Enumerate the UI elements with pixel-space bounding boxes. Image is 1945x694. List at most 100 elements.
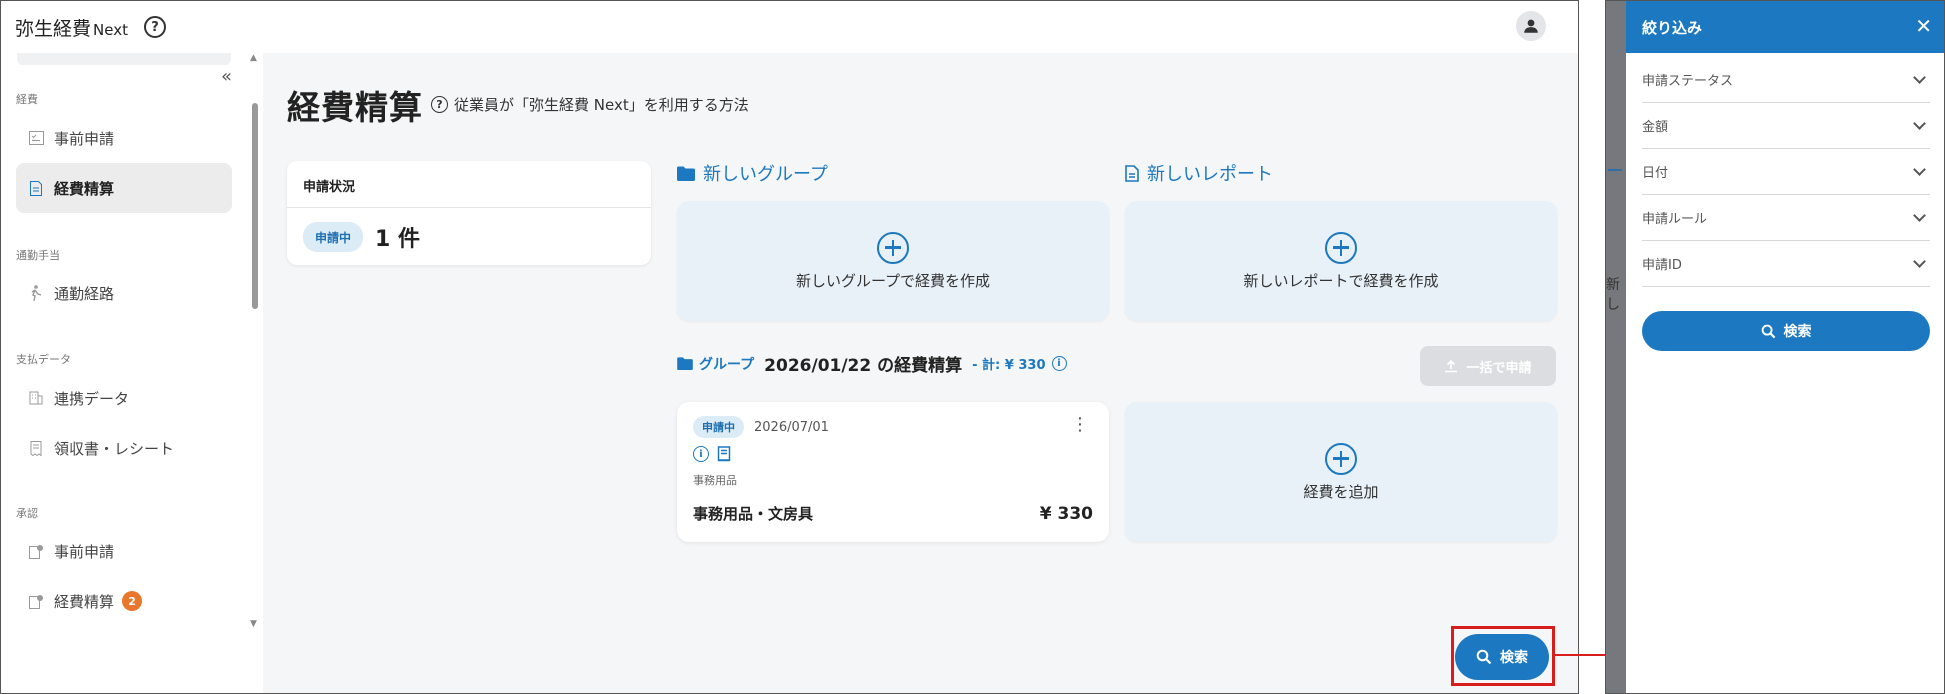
- sidebar-item-expense-settlement[interactable]: 経費精算: [16, 163, 232, 213]
- expense-card[interactable]: 申請中 2026/07/01 ⋮ i 事務用品 事務用品・文房具 ¥ 330: [677, 402, 1109, 542]
- help-icon[interactable]: ?: [143, 16, 166, 38]
- filter-label: 申請ステータス: [1642, 74, 1734, 89]
- building-icon: [28, 390, 44, 406]
- search-icon: [1761, 324, 1775, 338]
- app-window: 弥生経費 Next ? « ▲ ▼ 経費 事前申請 経費精算 通勤手当 通勤経路…: [0, 0, 1579, 694]
- drawer-header: 絞り込み: [1626, 1, 1944, 53]
- filter-row-date[interactable]: 日付: [1642, 149, 1930, 195]
- status-count: 1 件: [375, 227, 420, 252]
- backdrop-text: 新し: [1606, 277, 1620, 313]
- chevron-down-icon: [1913, 254, 1926, 268]
- drawer-search-button[interactable]: 検索: [1642, 311, 1930, 351]
- sidebar-item-linked-data[interactable]: 連携データ: [16, 373, 232, 423]
- create-report-card[interactable]: 新しいレポートで経費を作成: [1125, 201, 1557, 321]
- main-content: 経費精算 ? 従業員が「弥生経費 Next」を利用する方法 申請状況 申請中 1…: [263, 53, 1578, 693]
- highlight-box: [1451, 626, 1555, 686]
- info-icon[interactable]: i: [1051, 356, 1067, 371]
- bulk-submit-button[interactable]: 一括で申請: [1420, 346, 1556, 386]
- folder-icon: [677, 166, 695, 181]
- add-expense-label: 経費を追加: [1303, 482, 1379, 501]
- sidebar-section-expenses: 経費: [16, 93, 38, 106]
- backdrop-underline: [1608, 169, 1622, 171]
- walking-icon: [28, 285, 44, 301]
- sidebar-scrollbar[interactable]: [252, 103, 258, 309]
- filter-row-amount[interactable]: 金額: [1642, 103, 1930, 149]
- approval-icon: [28, 593, 44, 609]
- dimmed-backdrop[interactable]: 新し: [1606, 1, 1626, 693]
- new-group-link[interactable]: 新しいグループ: [677, 160, 828, 186]
- status-card: 申請状況 申請中 1 件: [287, 161, 651, 265]
- more-options-icon[interactable]: ⋮: [1071, 416, 1089, 434]
- expense-amount: ¥ 330: [1039, 504, 1093, 524]
- status-badge: 申請中: [303, 222, 364, 252]
- brand-name: 弥生経費: [15, 17, 92, 40]
- question-icon: ?: [431, 96, 448, 113]
- expense-category: 事務用品: [693, 474, 737, 487]
- new-report-title: 新しいレポート: [1147, 164, 1273, 185]
- annotation-arrow-line: [1555, 654, 1607, 656]
- approval-icon: [28, 543, 44, 559]
- sidebar-item-label: 経費精算: [54, 179, 115, 198]
- scroll-down-arrow-icon[interactable]: ▼: [250, 619, 257, 629]
- page-title: 経費精算: [287, 88, 423, 127]
- create-group-card[interactable]: 新しいグループで経費を作成: [677, 201, 1109, 321]
- sidebar-item-label: 経費精算: [54, 592, 115, 611]
- new-group-title: 新しいグループ: [703, 164, 828, 185]
- sidebar-section-commute: 通勤手当: [16, 249, 60, 262]
- receipt-icon: [28, 440, 44, 456]
- sidebar-item-pre-application[interactable]: 事前申請: [16, 113, 232, 163]
- receipt-icon: [717, 446, 731, 462]
- plus-circle-icon: [1325, 231, 1357, 264]
- plus-circle-icon: [1325, 442, 1357, 475]
- filter-row-id[interactable]: 申請ID: [1642, 241, 1930, 287]
- chevron-down-icon: [1913, 70, 1926, 84]
- upload-icon: [1445, 359, 1458, 373]
- sidebar-item-approval-expense[interactable]: 経費精算 2: [16, 576, 232, 626]
- account-button[interactable]: [1516, 11, 1546, 41]
- create-report-label: 新しいレポートで経費を作成: [1243, 271, 1439, 290]
- drawer-search-label: 検索: [1783, 324, 1812, 340]
- drawer-title: 絞り込み: [1642, 18, 1703, 37]
- filter-drawer-window: 新し 絞り込み ✕ 申請ステータス 金額 日付 申請ルール 申請ID 検索: [1605, 0, 1945, 694]
- group-header: グループ 2026/01/22 の経費精算 - 計: ¥ 330 i: [677, 351, 1067, 376]
- sidebar-item-receipts[interactable]: 領収書・レシート: [16, 423, 232, 473]
- status-row[interactable]: 申請中 1 件: [287, 208, 651, 253]
- create-group-label: 新しいグループで経費を作成: [795, 271, 991, 290]
- chevron-down-icon: [1913, 162, 1926, 176]
- chevron-down-icon: [1913, 208, 1926, 222]
- top-bar: 弥生経費 Next ?: [1, 1, 1578, 53]
- sidebar: « ▲ ▼ 経費 事前申請 経費精算 通勤手当 通勤経路 支払データ 連携データ…: [1, 53, 263, 693]
- help-link[interactable]: ? 従業員が「弥生経費 Next」を利用する方法: [431, 94, 749, 115]
- bulk-submit-label: 一括で申請: [1466, 360, 1532, 376]
- filter-label: 申請ID: [1642, 258, 1682, 273]
- sidebar-top-card: [17, 53, 231, 65]
- help-link-text: 従業員が「弥生経費 Next」を利用する方法: [454, 96, 749, 114]
- chevron-down-icon: [1913, 116, 1926, 130]
- filter-row-status[interactable]: 申請ステータス: [1642, 57, 1930, 103]
- group-label[interactable]: グループ: [699, 354, 754, 374]
- add-expense-card[interactable]: 経費を追加: [1125, 402, 1557, 542]
- brand-logo[interactable]: 弥生経費 Next: [15, 14, 128, 41]
- folder-icon: [677, 357, 693, 370]
- sidebar-section-payment-data: 支払データ: [16, 353, 71, 366]
- filter-row-rule[interactable]: 申請ルール: [1642, 195, 1930, 241]
- status-card-header: 申請状況: [287, 161, 651, 208]
- close-icon[interactable]: ✕: [1915, 16, 1932, 36]
- user-icon: [1524, 19, 1538, 33]
- screenshot-stage: 弥生経費 Next ? « ▲ ▼ 経費 事前申請 経費精算 通勤手当 通勤経路…: [0, 0, 1945, 694]
- sidebar-item-commute-route[interactable]: 通勤経路: [16, 268, 232, 318]
- new-report-link[interactable]: 新しいレポート: [1125, 160, 1273, 186]
- filter-label: 金額: [1642, 120, 1669, 135]
- sidebar-item-label: 事前申請: [54, 129, 115, 148]
- sidebar-item-label: 事前申請: [54, 542, 115, 561]
- report-icon: [1125, 164, 1139, 182]
- filter-label: 申請ルール: [1642, 212, 1708, 227]
- sidebar-section-approval: 承認: [16, 507, 38, 520]
- brand-sub: Next: [93, 20, 128, 39]
- filter-label: 日付: [1642, 166, 1669, 181]
- collapse-sidebar-icon[interactable]: «: [221, 66, 232, 87]
- sidebar-item-label: 通勤経路: [54, 284, 115, 303]
- sidebar-item-approval-pre-application[interactable]: 事前申請: [16, 526, 232, 576]
- scroll-up-arrow-icon[interactable]: ▲: [250, 53, 257, 63]
- status-badge: 申請中: [693, 416, 744, 438]
